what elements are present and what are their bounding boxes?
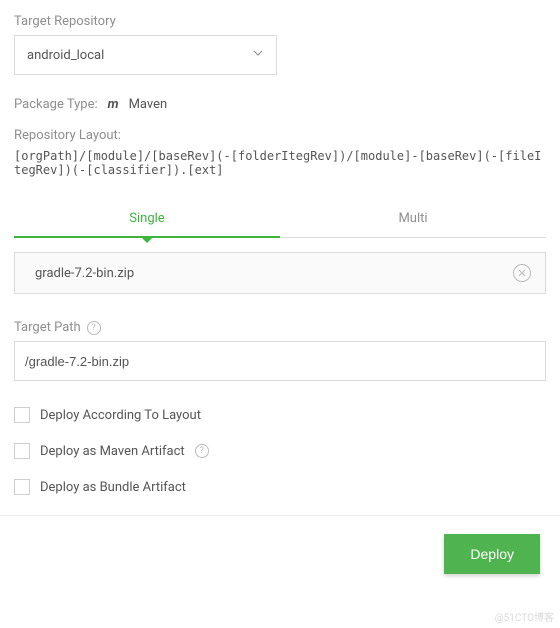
deploy-bundle-label: Deploy as Bundle Artifact (40, 480, 186, 495)
help-icon[interactable]: ? (87, 321, 101, 335)
file-name: gradle-7.2-bin.zip (29, 266, 513, 281)
clear-file-button[interactable] (513, 264, 531, 282)
help-icon[interactable]: ? (195, 444, 209, 458)
tab-multi[interactable]: Multi (280, 201, 546, 237)
package-type-row: Package Type: m Maven (14, 97, 546, 112)
chevron-down-icon (252, 47, 264, 63)
package-type-label: Package Type: (14, 97, 98, 112)
maven-icon: m (108, 97, 119, 112)
package-type-value: Maven (129, 97, 168, 112)
checkbox-icon (14, 479, 30, 495)
tab-single[interactable]: Single (14, 201, 280, 238)
target-path-input[interactable] (14, 341, 546, 381)
upload-tabs: Single Multi (14, 201, 546, 238)
checkbox-icon (14, 407, 30, 423)
deploy-button[interactable]: Deploy (444, 534, 540, 574)
target-repo-value: android_local (27, 48, 104, 63)
target-repo-label: Target Repository (14, 14, 546, 29)
deploy-maven-label: Deploy as Maven Artifact (40, 444, 185, 459)
deploy-maven-row[interactable]: Deploy as Maven Artifact ? (14, 443, 546, 459)
deploy-bundle-row[interactable]: Deploy as Bundle Artifact (14, 479, 546, 495)
repo-layout-value: [orgPath]/[module]/[baseRev](-[folderIte… (14, 149, 546, 177)
target-repo-select[interactable]: android_local (14, 35, 277, 75)
target-path-label: Target Path (14, 320, 81, 335)
footer: Deploy (14, 534, 546, 574)
divider (0, 515, 560, 516)
watermark: @51CTO博客 (495, 609, 554, 624)
uploaded-file: gradle-7.2-bin.zip (14, 252, 546, 294)
close-icon (518, 266, 526, 281)
deploy-layout-label: Deploy According To Layout (40, 408, 201, 423)
target-path-label-row: Target Path ? (14, 320, 546, 335)
checkbox-icon (14, 443, 30, 459)
deploy-layout-row[interactable]: Deploy According To Layout (14, 407, 546, 423)
repo-layout-label: Repository Layout: (14, 128, 546, 143)
